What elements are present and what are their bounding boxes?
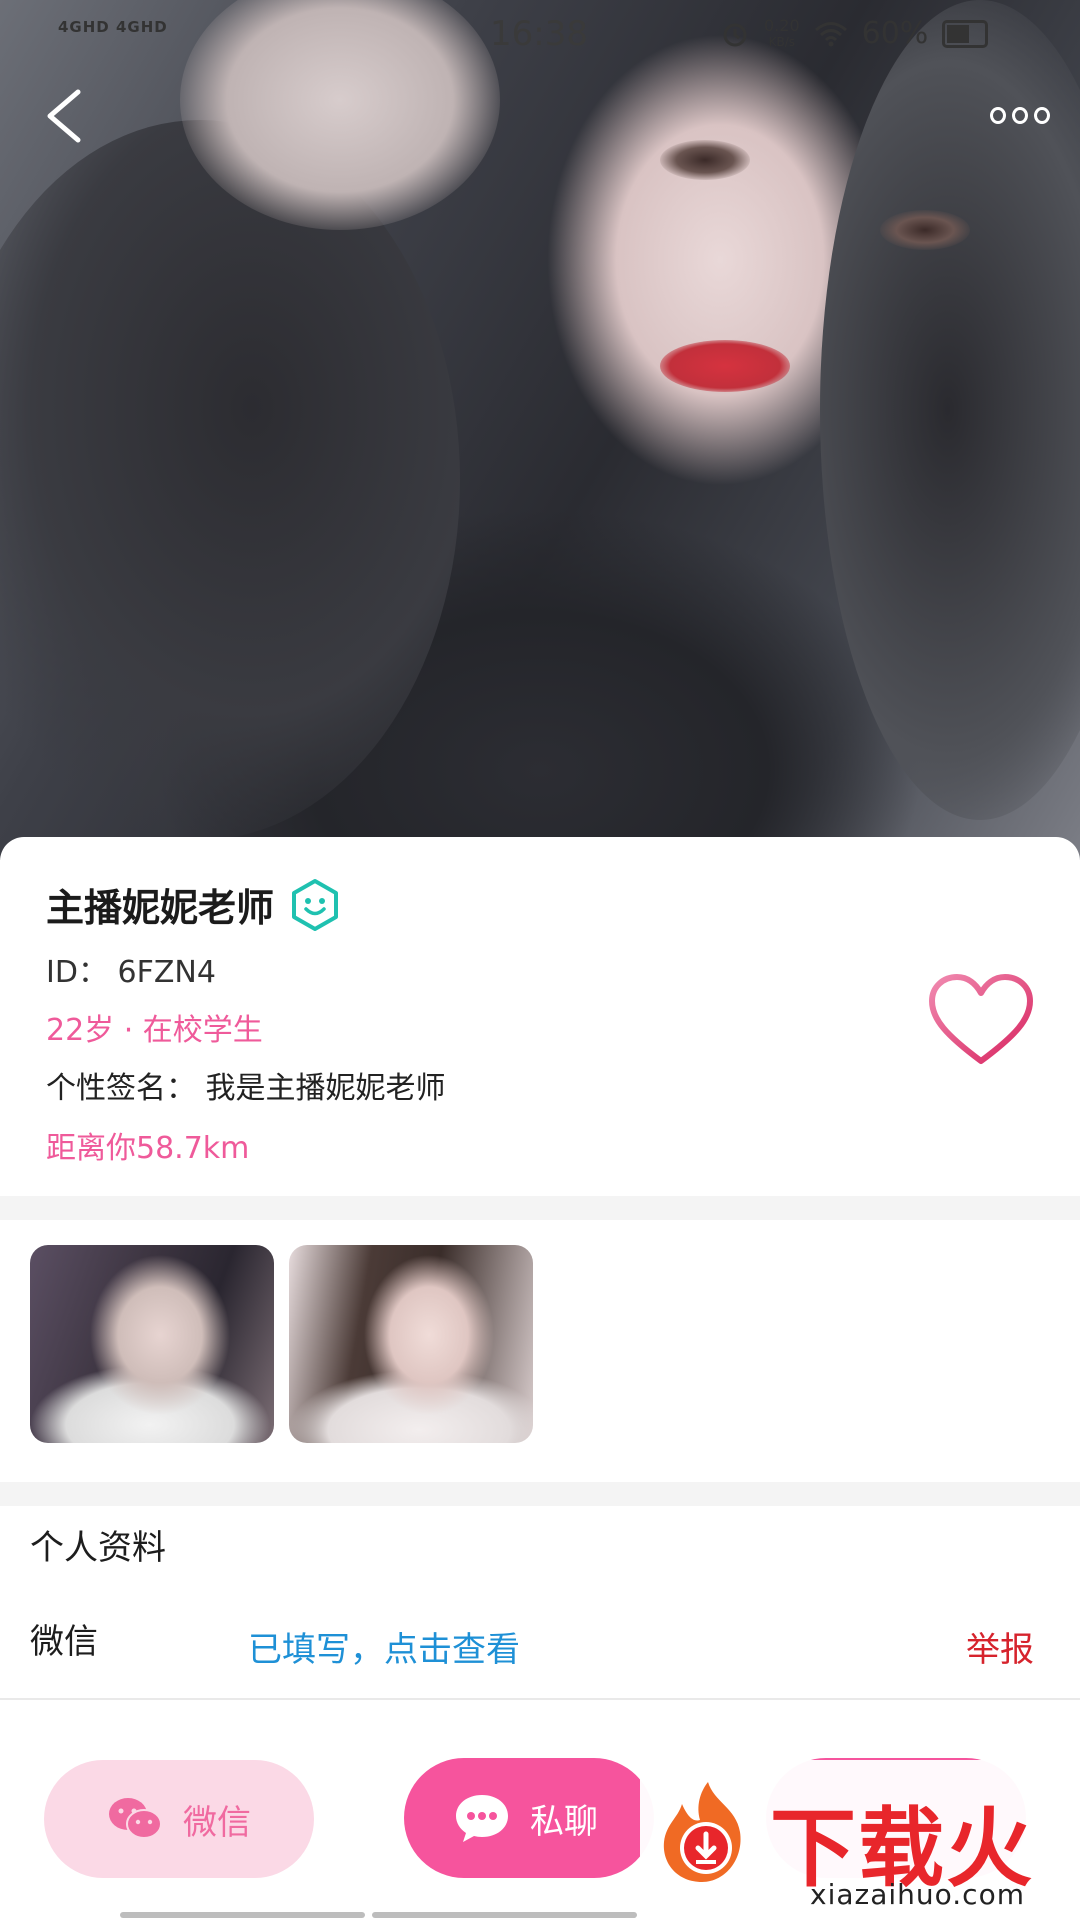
photo-region xyxy=(0,120,460,840)
network-speed: 0.20 KB/s xyxy=(764,15,800,50)
watermark: 下载火 xiazaihuo.com xyxy=(640,1760,1080,1920)
profile-id: ID： 6FZN4 xyxy=(46,955,216,990)
private-chat-label: 私聊 xyxy=(530,1801,598,1842)
more-dots-icon xyxy=(1034,106,1050,124)
name-row: 主播妮妮老师 xyxy=(46,877,342,932)
chat-bubble-icon xyxy=(456,1795,508,1842)
section-divider xyxy=(0,1196,1080,1220)
photo-region xyxy=(660,140,750,180)
profile-signature: 个性签名： 我是主播妮妮老师 xyxy=(46,1071,446,1106)
report-link[interactable]: 举报 xyxy=(966,1622,1034,1671)
profile-age-status: 22岁 · 在校学生 xyxy=(46,1013,263,1048)
home-indicator xyxy=(120,1912,365,1918)
smile-face-icon xyxy=(292,878,339,931)
flame-logo-icon xyxy=(663,1782,741,1882)
section-title: 个人资料 xyxy=(30,1528,166,1568)
home-indicator xyxy=(372,1912,637,1918)
back-button[interactable] xyxy=(40,86,100,146)
wechat-button[interactable]: 微信 xyxy=(44,1760,314,1878)
favorite-button[interactable] xyxy=(926,971,1036,1071)
profile-distance: 距离你58.7km xyxy=(46,1131,250,1166)
more-button[interactable] xyxy=(990,100,1050,130)
battery-percent: 60% xyxy=(861,16,929,51)
photo-thumbnail-1[interactable] xyxy=(30,1245,274,1443)
battery-icon xyxy=(942,19,989,48)
net-speed-unit: KB/s xyxy=(768,34,796,49)
wechat-view-link[interactable]: 已填写，点击查看 xyxy=(248,1622,520,1671)
photo-gallery xyxy=(0,1220,1080,1480)
chevron-left-icon xyxy=(47,89,81,143)
photo-region xyxy=(660,340,790,392)
wechat-label: 微信 xyxy=(30,1622,98,1662)
profile-info-card: 主播妮妮老师 ID： 6FZN4 22岁 · 在校学生 个性签名： 我是主播妮妮… xyxy=(0,837,1080,1197)
signal-text: 4GHD 4GHD xyxy=(58,18,168,36)
personal-details-section: 个人资料 微信 已填写，点击查看 举报 xyxy=(0,1506,1080,1700)
section-divider xyxy=(0,1482,1080,1506)
private-chat-button[interactable]: 私聊 xyxy=(404,1758,654,1878)
net-speed-value: 0.20 xyxy=(764,15,800,35)
wifi-icon xyxy=(814,21,847,46)
wechat-icon xyxy=(109,1798,162,1839)
more-dots-icon xyxy=(990,106,1006,124)
wechat-button-label: 微信 xyxy=(183,1802,251,1843)
status-bar: 4GHD 4GHD 16:38 0.20 KB/s 60% xyxy=(0,0,1080,72)
heart-outline-icon xyxy=(929,974,1033,1064)
signal-icon: 4GHD 4GHD xyxy=(58,18,168,36)
photo-region xyxy=(880,210,970,250)
profile-name: 主播妮妮老师 xyxy=(46,886,275,930)
status-right: 0.20 KB/s 60% xyxy=(720,15,989,51)
photo-thumbnail-2[interactable] xyxy=(289,1245,533,1443)
watermark-url: xiazaihuo.com xyxy=(810,1878,1025,1911)
more-dots-icon xyxy=(1012,106,1028,124)
status-time: 16:38 xyxy=(490,14,588,54)
alarm-icon xyxy=(723,23,747,46)
profile-cover-photo[interactable] xyxy=(0,0,1080,860)
